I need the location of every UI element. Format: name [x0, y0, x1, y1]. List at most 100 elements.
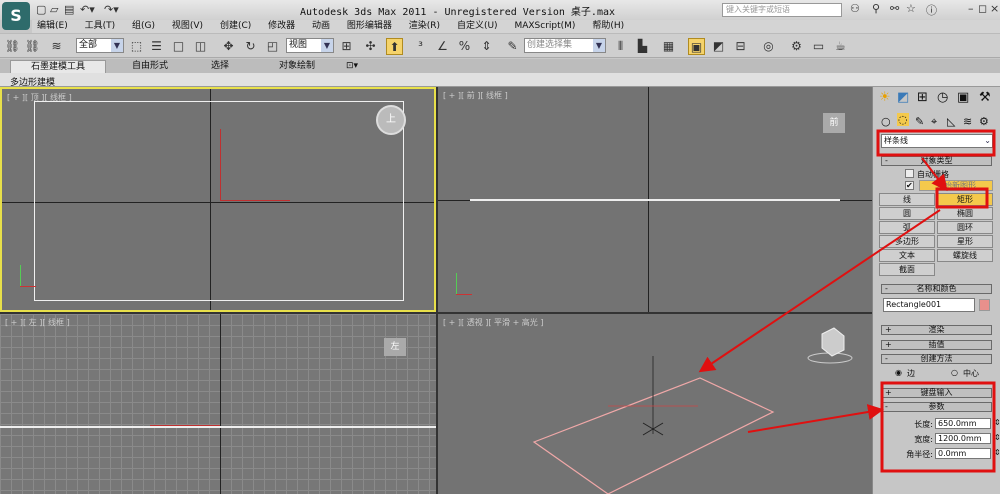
binoculars-icon[interactable]: ⚇ — [850, 2, 860, 15]
section-button[interactable]: 截面 — [879, 263, 935, 276]
search-input[interactable]: 键入关键字或短语 — [722, 3, 842, 17]
line-button[interactable]: 线 — [879, 193, 935, 206]
width-input[interactable]: 1200.0mm — [935, 433, 991, 444]
edit-named-selection-icon[interactable]: ✎ — [504, 38, 521, 55]
rectangle-shape[interactable] — [470, 199, 840, 201]
helix-button[interactable]: 螺旋线 — [937, 249, 993, 262]
cameras-icon[interactable]: ⌖ — [931, 115, 937, 129]
length-input[interactable]: 650.0mm — [935, 418, 991, 429]
rollout-creation-method[interactable]: - 创建方法 — [881, 354, 992, 364]
star-icon[interactable]: ☆ — [906, 2, 916, 15]
text-button[interactable]: 文本 — [879, 249, 935, 262]
tab-selection[interactable]: 选择 — [200, 60, 240, 73]
star-button[interactable]: 星形 — [937, 235, 993, 248]
help-icon[interactable]: ⓘ — [926, 2, 937, 18]
viewport-perspective[interactable]: [ + ][ 透视 ][ 平滑 + 高光 ] — [438, 314, 872, 494]
circle-button[interactable]: 圆 — [879, 207, 935, 220]
rollout-name-color[interactable]: - 名称和颜色 — [881, 284, 992, 294]
menu-customize[interactable]: 自定义(U) — [457, 20, 498, 33]
rollout-interpolation[interactable]: + 插值 — [881, 340, 992, 350]
systems-icon[interactable]: ⚙ — [979, 115, 989, 128]
select-object-icon[interactable]: ⬚ — [128, 38, 145, 55]
keyboard-shortcut-override-icon[interactable]: ⬆ — [386, 38, 403, 55]
new-file-icon[interactable]: ▢ — [36, 3, 46, 16]
angle-snap-icon[interactable]: ∠ — [434, 38, 451, 55]
restore-icon[interactable]: ◻ — [978, 2, 987, 15]
reference-coord-dropdown[interactable]: 视图 ▼ — [286, 38, 334, 53]
center-radio[interactable]: ○ — [951, 368, 958, 377]
close-icon[interactable]: × — [990, 2, 999, 15]
auto-grid-checkbox[interactable] — [905, 169, 914, 178]
render-teapot-icon[interactable]: ☕ — [832, 38, 849, 55]
menu-edit[interactable]: 编辑(E) — [37, 20, 68, 33]
snap-toggle-icon[interactable]: ³ — [412, 38, 429, 55]
render-setup-icon[interactable]: ⚙ — [788, 38, 805, 55]
create-tab-icon[interactable]: ☀ — [879, 90, 891, 105]
rotate-icon[interactable]: ↻ — [242, 38, 259, 55]
viewport-top[interactable]: [ + ][ 顶 ][ 线框 ] 上 — [0, 87, 436, 312]
menu-animation[interactable]: 动画 — [312, 20, 330, 33]
length-spinner[interactable]: ⇕ — [994, 418, 1000, 427]
menu-maxscript[interactable]: MAXScript(M) — [514, 20, 575, 33]
rect-selection-icon[interactable]: □ — [170, 38, 187, 55]
manipulate-icon[interactable]: ✣ — [362, 38, 379, 55]
rollout-rendering[interactable]: + 渲染 — [881, 325, 992, 335]
lights-icon[interactable]: ✎ — [915, 115, 924, 128]
named-selection-dropdown[interactable]: 创建选择集 ▼ — [524, 38, 606, 53]
link-icon[interactable]: ⛓ — [4, 38, 21, 55]
ribbon-options-icon[interactable]: ⊡▾ — [344, 60, 360, 73]
menu-group[interactable]: 组(G) — [132, 20, 155, 33]
viewport-front[interactable]: [ + ][ 前 ][ 线框 ] 前 — [438, 87, 872, 312]
geometry-icon[interactable]: ○ — [881, 115, 891, 128]
utilities-tab-icon[interactable]: ⚒ — [979, 90, 991, 105]
width-spinner[interactable]: ⇕ — [994, 433, 1000, 442]
helpers-icon[interactable]: ◺ — [947, 115, 955, 128]
viewcube[interactable]: 上 — [376, 105, 406, 135]
rollout-parameters[interactable]: - 参数 — [881, 402, 992, 412]
move-icon[interactable]: ✥ — [220, 38, 237, 55]
spinner-snap-icon[interactable]: ⇕ — [478, 38, 495, 55]
select-by-name-icon[interactable]: ☰ — [148, 38, 165, 55]
viewcube[interactable]: 左 — [384, 338, 406, 356]
app-menu-button[interactable]: S — [2, 2, 30, 30]
category-dropdown[interactable]: 样条线 ⌄ — [881, 134, 993, 148]
ellipse-button[interactable]: 椭圆 — [937, 207, 993, 220]
tab-freeform[interactable]: 自由形式 — [120, 60, 180, 73]
space-warps-icon[interactable]: ≋ — [963, 115, 972, 128]
menu-help[interactable]: 帮助(H) — [592, 20, 624, 33]
start-new-shape-checkbox[interactable]: ✔ — [905, 181, 914, 190]
start-new-shape-button[interactable]: 开始新图形 — [919, 180, 993, 191]
window-crossing-icon[interactable]: ◫ — [192, 38, 209, 55]
selection-filter-dropdown[interactable]: 全部 ▼ — [76, 38, 124, 53]
curve-editor-icon[interactable]: ◩ — [710, 38, 727, 55]
save-icon[interactable]: ▤ — [64, 3, 74, 16]
menu-views[interactable]: 视图(V) — [172, 20, 203, 33]
rectangle-shape[interactable] — [0, 426, 436, 428]
menu-tools[interactable]: 工具(T) — [85, 20, 116, 33]
motion-tab-icon[interactable]: ◷ — [937, 90, 948, 105]
edge-radio[interactable]: ◉ — [895, 368, 902, 377]
hierarchy-tab-icon[interactable]: ⊞ — [917, 90, 928, 105]
menu-rendering[interactable]: 渲染(R) — [409, 20, 440, 33]
align-icon[interactable]: ▙ — [634, 38, 651, 55]
menu-create[interactable]: 创建(C) — [220, 20, 251, 33]
bind-space-warp-icon[interactable]: ≋ — [48, 38, 65, 55]
corner-radius-input[interactable]: 0.0mm — [935, 448, 991, 459]
pivot-icon[interactable]: ⊞ — [338, 38, 355, 55]
donut-button[interactable]: 圆环 — [937, 221, 993, 234]
unlink-icon[interactable]: ⛓ — [24, 38, 41, 55]
key-icon[interactable]: ⚲ — [872, 2, 880, 15]
tab-object-paint[interactable]: 对象绘制 — [262, 60, 332, 73]
open-file-icon[interactable]: ▱ — [50, 3, 58, 16]
material-editor-icon[interactable]: ◎ — [760, 38, 777, 55]
undo-icon[interactable]: ↶▾ — [80, 3, 95, 16]
menu-graph-editors[interactable]: 图形编辑器 — [347, 20, 392, 33]
rendered-frame-icon[interactable]: ▭ — [810, 38, 827, 55]
viewcube[interactable]: 前 — [823, 113, 845, 133]
tab-graphite-modeling[interactable]: 石墨建模工具 — [10, 60, 106, 73]
arc-button[interactable]: 弧 — [879, 221, 935, 234]
percent-snap-icon[interactable]: % — [456, 38, 473, 55]
corner-radius-spinner[interactable]: ⇕ — [994, 448, 1000, 457]
ngon-button[interactable]: 多边形 — [879, 235, 935, 248]
rollout-object-type[interactable]: - 对象类型 — [881, 156, 992, 166]
